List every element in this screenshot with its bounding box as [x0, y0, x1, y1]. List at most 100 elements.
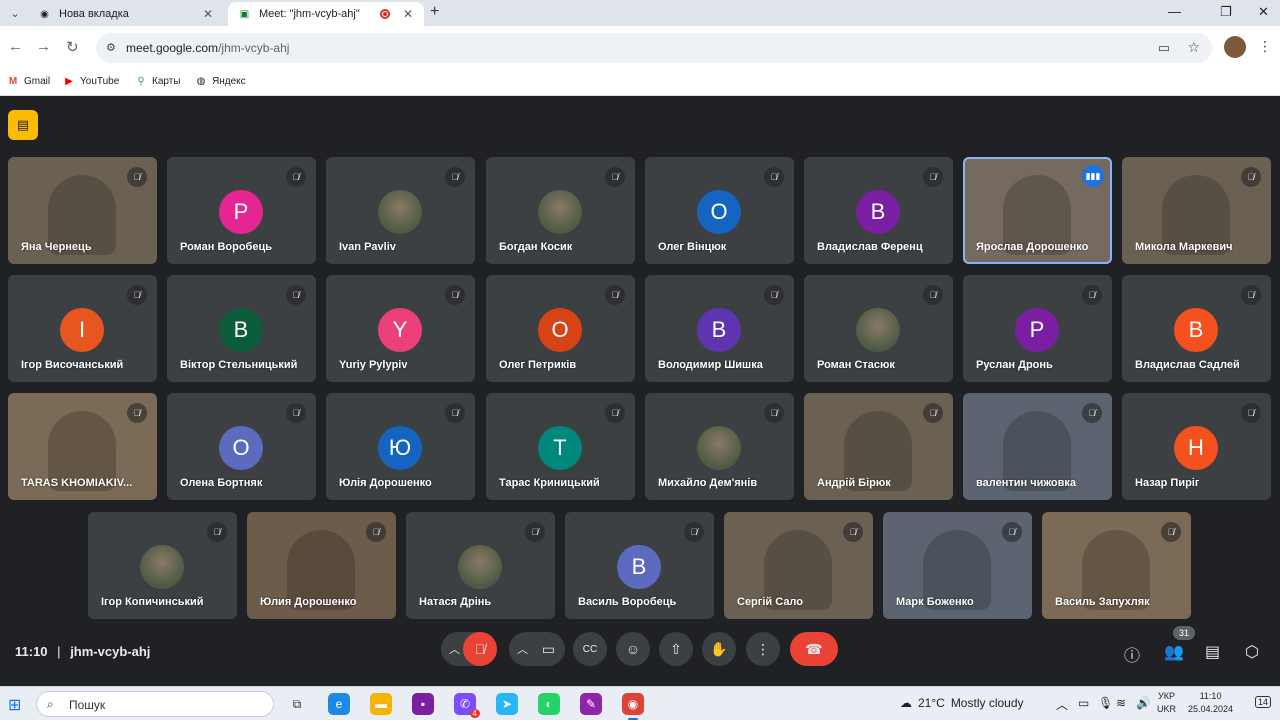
participant-tile[interactable]: 🎙̸ Ivan Pavliv: [326, 157, 475, 264]
new-tab-plus-icon[interactable]: +: [430, 3, 439, 21]
camera-options-chevron-icon[interactable]: ︿: [517, 641, 528, 657]
language-indicator[interactable]: УКР UKR: [1157, 690, 1176, 716]
volume-icon[interactable]: 🔊: [1136, 696, 1151, 710]
participant-tile[interactable]: Н 🎙̸ Назар Пиріг: [1122, 393, 1271, 500]
participant-tile[interactable]: ▮▮▮ Ярослав Дорошенко: [963, 157, 1112, 264]
pen-app-icon[interactable]: ✎: [580, 693, 602, 715]
participant-tile[interactable]: 🎙̸ Натаcя Дрінь: [406, 512, 555, 619]
participant-tile[interactable]: Y 🎙̸ Yuriy Pylypiv: [326, 275, 475, 382]
participant-tile[interactable]: Т 🎙̸ Тарас Криницький: [486, 393, 635, 500]
forward-arrow-icon[interactable]: →: [36, 38, 51, 55]
notification-count[interactable]: 14: [1255, 696, 1272, 708]
participant-tile[interactable]: 🎙̸ Роман Стасюк: [804, 275, 953, 382]
window-close-icon[interactable]: ✕: [1258, 4, 1269, 20]
camera-in-use-icon[interactable]: ▭: [1158, 40, 1170, 56]
clock-time: 11:10: [1199, 691, 1222, 701]
participant-name: Роман Стасюк: [817, 359, 895, 371]
viber-icon[interactable]: ✆ 4: [454, 693, 480, 718]
participant-tile[interactable]: 🎙̸ валентин чижовка: [963, 393, 1112, 500]
bookmark-star-icon[interactable]: ☆: [1187, 39, 1200, 56]
back-arrow-icon[interactable]: ←: [8, 38, 23, 55]
participant-tile[interactable]: 🎙̸ Яна Чернець: [8, 157, 157, 264]
edge-icon[interactable]: e: [328, 693, 350, 715]
close-icon[interactable]: ✕: [200, 7, 216, 21]
activities-icon[interactable]: ⬡: [1245, 642, 1259, 662]
chat-icon[interactable]: ▤: [1205, 642, 1220, 662]
people-icon[interactable]: 👥: [1164, 642, 1184, 662]
participant-avatar: О: [538, 308, 582, 352]
tab-search-chevron-icon[interactable]: ⌄: [4, 2, 26, 24]
participant-tile[interactable]: О 🎙̸ Олег Петриків: [486, 275, 635, 382]
participant-tile[interactable]: Ю 🎙̸ Юлія Дорошенко: [326, 393, 475, 500]
restore-icon[interactable]: ❐: [1220, 4, 1232, 20]
participant-tile[interactable]: В 🎙̸ Владислав Ференц: [804, 157, 953, 264]
participant-tile[interactable]: 🎙̸ Василь Запухляк: [1042, 512, 1191, 619]
participant-tile[interactable]: 🎙̸ Юлия Дорошенко: [247, 512, 396, 619]
mic-off-button[interactable]: 🎙̸: [463, 632, 497, 666]
participant-tile[interactable]: 🎙̸ Марк Боженко: [883, 512, 1032, 619]
participant-tile[interactable]: Р 🎙̸ Руслан Дронь: [963, 275, 1112, 382]
weather-widget[interactable]: ☁ 21°C Mostly cloudy: [900, 696, 1024, 710]
participant-tile[interactable]: О 🎙̸ Олег Вінцюк: [645, 157, 794, 264]
participant-tile[interactable]: 🎙̸ Богдан Косик: [486, 157, 635, 264]
captions-off-icon[interactable]: ▤: [8, 110, 38, 140]
participant-avatar: В: [1174, 308, 1218, 352]
tab-meet[interactable]: ▣ Meet: "jhm-vcyb-ahj" ✕: [228, 2, 424, 26]
mic-options-chevron-icon[interactable]: ︿: [449, 641, 460, 657]
participant-tile[interactable]: 🎙̸ Сергій Сало: [724, 512, 873, 619]
close-icon[interactable]: ✕: [400, 7, 416, 21]
captions-button[interactable]: CC: [573, 632, 607, 666]
file-explorer-icon[interactable]: ▬: [370, 693, 392, 715]
wifi-icon[interactable]: ≋: [1116, 696, 1126, 710]
telegram-icon[interactable]: ➤: [496, 693, 518, 715]
meeting-details-icon[interactable]: ⓘ: [1124, 642, 1140, 666]
windows-start-icon[interactable]: ⊞: [8, 695, 21, 715]
browser-menu-icon[interactable]: ⋮: [1258, 38, 1272, 55]
bookmark-gmail[interactable]: M Gmail: [6, 74, 50, 88]
mic-off-icon: 🎙̸: [764, 285, 784, 305]
bookmark-yandex[interactable]: ◍ Яндекс: [194, 74, 246, 88]
participant-tile[interactable]: 🎙̸ Андрій Бірюк: [804, 393, 953, 500]
reactions-button[interactable]: ☺: [616, 632, 650, 666]
taskbar-search[interactable]: ⌕ Пошук: [36, 691, 274, 717]
url-omnibox[interactable]: ⚙ meet.google.com/jhm-vcyb-ahj ▭ ☆: [96, 33, 1212, 63]
participant-tile[interactable]: 🎙̸ TARAS KHOMIAKIV...: [8, 393, 157, 500]
participant-tile[interactable]: 🎙̸ Михайло Дем'янів: [645, 393, 794, 500]
leave-call-button[interactable]: ☎: [790, 632, 838, 666]
meet-control-bar: 11:10 | jhm-vcyb-ahj ︿ 🎙̸ ︿ ▭ CC ☺ ⇧ ✋ ⋮…: [0, 620, 1280, 686]
participant-tile[interactable]: В 🎙̸ Віктор Стельницький: [167, 275, 316, 382]
present-button[interactable]: ⇧: [659, 632, 693, 666]
bookmark-youtube[interactable]: ▶ YouTube: [62, 74, 119, 88]
camera-tray-icon[interactable]: ▭: [1078, 696, 1089, 710]
save-app-icon[interactable]: ▪: [412, 693, 434, 715]
participant-tile[interactable]: 🎙̸ Микола Маркевич: [1122, 157, 1271, 264]
mic-tray-icon[interactable]: 🎙: [1098, 696, 1113, 710]
whatsapp-icon[interactable]: ◐: [538, 693, 560, 715]
site-settings-icon[interactable]: ⚙: [106, 41, 116, 54]
bookmark-maps[interactable]: ⚲ Карты: [134, 74, 180, 88]
participant-tile[interactable]: В 🎙̸ Владислав Садлей: [1122, 275, 1271, 382]
minimize-icon[interactable]: —: [1168, 4, 1181, 19]
reload-icon[interactable]: ↻: [66, 38, 79, 56]
tab-new-tab[interactable]: ◉ Нова вкладка ✕: [28, 2, 224, 26]
more-options-button[interactable]: ⋮: [746, 632, 780, 666]
participant-name: Тарас Криницький: [499, 477, 600, 489]
participant-tile[interactable]: 🎙̸ Ігор Копичинський: [88, 512, 237, 619]
participant-tile[interactable]: В 🎙̸ Василь Воробець: [565, 512, 714, 619]
raise-hand-button[interactable]: ✋: [702, 632, 736, 666]
task-view-icon[interactable]: ⧉: [286, 693, 308, 715]
participant-tile[interactable]: Р 🎙̸ Роман Воробець: [167, 157, 316, 264]
chrome-taskbar-icon[interactable]: ◉: [622, 693, 644, 720]
weather-temp: 21°C: [918, 696, 945, 710]
profile-avatar[interactable]: [1224, 36, 1246, 58]
camera-control-group: ︿ ▭: [509, 632, 565, 666]
meet-icon: ▣: [239, 8, 250, 20]
participant-tile[interactable]: В 🎙̸ Володимир Шишка: [645, 275, 794, 382]
tray-chevron-icon[interactable]: ︿: [1056, 696, 1068, 713]
participant-tile[interactable]: О 🎙̸ Олена Бортняк: [167, 393, 316, 500]
system-clock[interactable]: 11:10 25.04.2024: [1188, 690, 1233, 716]
participant-tile[interactable]: І 🎙̸ Ігор Височанський: [8, 275, 157, 382]
participant-avatar: О: [697, 190, 741, 234]
mic-off-icon: 🎙̸: [1241, 167, 1261, 187]
camera-button[interactable]: ▭: [542, 641, 555, 658]
